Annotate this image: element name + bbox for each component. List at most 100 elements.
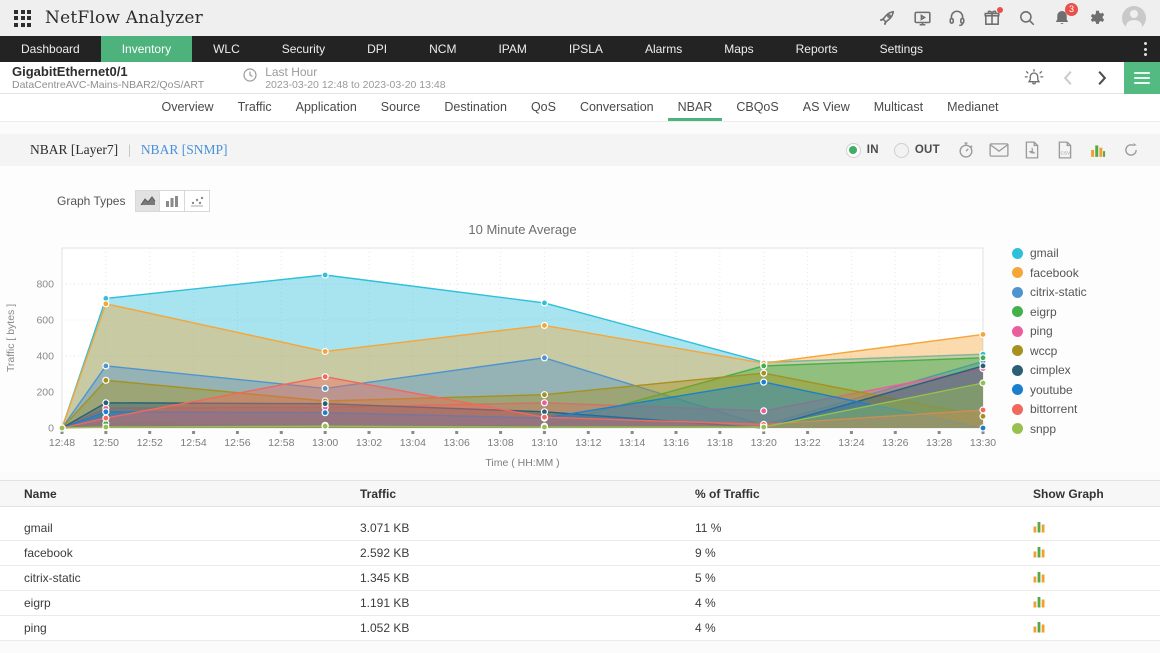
nbar-layer7-tab[interactable]: NBAR [Layer7]	[30, 142, 118, 158]
nav-tab-inventory[interactable]: Inventory	[101, 36, 192, 62]
point-gmail-13:10[interactable]	[541, 300, 547, 306]
point-cimplex-12:50[interactable]	[103, 400, 109, 406]
whats-new-gift-icon[interactable]	[982, 8, 1002, 28]
graph-type-bar-button[interactable]	[160, 190, 185, 212]
nbar-snmp-tab[interactable]: NBAR [SNMP]	[141, 142, 228, 158]
nav-tab-ipsla[interactable]: IPSLA	[548, 36, 624, 62]
nav-tab-ipam[interactable]: IPAM	[477, 36, 547, 62]
apps-grid-icon[interactable]	[14, 10, 31, 27]
nav-tab-dashboard[interactable]: Dashboard	[0, 36, 101, 62]
point-wccp-13:20[interactable]	[761, 370, 767, 376]
export-csv-icon[interactable]: CSV	[1054, 140, 1076, 160]
user-avatar[interactable]	[1122, 6, 1146, 30]
nav-tab-wlc[interactable]: WLC	[192, 36, 261, 62]
point-youtube-13:20[interactable]	[761, 379, 767, 385]
subtab-cbqos[interactable]: CBQoS	[726, 94, 788, 121]
nav-tab-reports[interactable]: Reports	[775, 36, 859, 62]
show-graph-icon[interactable]	[1033, 621, 1046, 636]
legend-item-bittorrent[interactable]: bittorrent	[1012, 402, 1087, 416]
point-bittorrent-12:50[interactable]	[103, 415, 109, 421]
point-citrix-static-13:10[interactable]	[541, 355, 547, 361]
time-period-selector[interactable]: Last Hour 2023-03-20 12:48 to 2023-03-20…	[242, 65, 445, 91]
graph-type-scatter-button[interactable]	[185, 190, 210, 212]
point-eigrp-13:20[interactable]	[761, 363, 767, 369]
email-report-icon[interactable]	[988, 140, 1010, 160]
subtab-multicast[interactable]: Multicast	[864, 94, 933, 121]
point-bittorrent-13:30[interactable]	[980, 407, 986, 413]
subtab-conversation[interactable]: Conversation	[570, 94, 664, 121]
point-wccp-13:30[interactable]	[980, 413, 986, 419]
point-facebook-13:10[interactable]	[541, 322, 547, 328]
point-facebook-12:50[interactable]	[103, 301, 109, 307]
legend-item-facebook[interactable]: facebook	[1012, 266, 1087, 280]
show-graph-icon[interactable]	[1033, 546, 1046, 561]
legend-item-citrix-static[interactable]: citrix-static	[1012, 285, 1087, 299]
show-report-chart-icon[interactable]	[1087, 140, 1109, 160]
refresh-icon[interactable]	[1120, 140, 1142, 160]
show-graph-icon[interactable]	[1033, 521, 1046, 536]
nav-tab-settings[interactable]: Settings	[859, 36, 944, 62]
subtab-destination[interactable]: Destination	[434, 94, 517, 121]
show-graph-icon[interactable]	[1033, 596, 1046, 611]
point-snpp-13:20[interactable]	[761, 424, 767, 430]
point-cimplex-13:00[interactable]	[322, 401, 328, 407]
interface-menu-button[interactable]	[1124, 62, 1160, 94]
out-radio[interactable]	[894, 143, 909, 158]
point-youtube-13:30[interactable]	[980, 425, 986, 431]
nav-tab-dpi[interactable]: DPI	[346, 36, 408, 62]
point-wccp-13:10[interactable]	[541, 392, 547, 398]
support-headset-icon[interactable]	[947, 8, 967, 28]
point-snpp-12:50[interactable]	[103, 424, 109, 430]
nav-tab-ncm[interactable]: NCM	[408, 36, 477, 62]
point-snpp-13:00[interactable]	[322, 423, 328, 429]
subtab-traffic[interactable]: Traffic	[228, 94, 282, 121]
graph-type-area-button[interactable]	[135, 190, 160, 212]
export-pdf-icon[interactable]	[1021, 140, 1043, 160]
point-ping-13:20[interactable]	[761, 408, 767, 414]
point-bittorrent-13:00[interactable]	[322, 374, 328, 380]
traffic-area-chart[interactable]: 020040060080012:4812:5012:5212:5412:5612…	[0, 240, 1000, 468]
point-cimplex-13:30[interactable]	[980, 363, 986, 369]
point-citrix-static-13:00[interactable]	[322, 385, 328, 391]
point-youtube-13:00[interactable]	[322, 410, 328, 416]
legend-item-youtube[interactable]: youtube	[1012, 383, 1087, 397]
legend-item-snpp[interactable]: snpp	[1012, 422, 1087, 436]
subtab-source[interactable]: Source	[371, 94, 431, 121]
point-snpp-13:30[interactable]	[980, 380, 986, 386]
legend-item-ping[interactable]: ping	[1012, 324, 1087, 338]
legend-item-eigrp[interactable]: eigrp	[1012, 305, 1087, 319]
nav-tab-security[interactable]: Security	[261, 36, 346, 62]
schedule-timer-icon[interactable]	[955, 140, 977, 160]
subtab-nbar[interactable]: NBAR	[668, 94, 723, 121]
subtab-as-view[interactable]: AS View	[793, 94, 860, 121]
prev-interface-chevron-icon[interactable]	[1056, 66, 1080, 90]
point-gmail-13:00[interactable]	[322, 272, 328, 278]
search-icon[interactable]	[1017, 8, 1037, 28]
point-ping-13:10[interactable]	[541, 400, 547, 406]
demo-screen-icon[interactable]	[912, 8, 932, 28]
in-radio[interactable]	[846, 143, 861, 158]
legend-item-wccp[interactable]: wccp	[1012, 344, 1087, 358]
subtab-overview[interactable]: Overview	[151, 94, 223, 121]
nav-kebab-menu-icon[interactable]	[1130, 36, 1160, 62]
point-snpp-13:10[interactable]	[541, 424, 547, 430]
point-snpp-12:48[interactable]	[59, 425, 65, 431]
point-wccp-12:50[interactable]	[103, 377, 109, 383]
settings-gear-icon[interactable]	[1087, 8, 1107, 28]
point-eigrp-13:30[interactable]	[980, 355, 986, 361]
next-interface-chevron-icon[interactable]	[1090, 66, 1114, 90]
point-citrix-static-12:50[interactable]	[103, 363, 109, 369]
alarm-bell-icon[interactable]	[1022, 66, 1046, 90]
point-youtube-12:50[interactable]	[103, 409, 109, 415]
nav-tab-maps[interactable]: Maps	[703, 36, 774, 62]
legend-item-gmail[interactable]: gmail	[1012, 246, 1087, 260]
notifications-bell-icon[interactable]: 3	[1052, 8, 1072, 28]
nav-tab-alarms[interactable]: Alarms	[624, 36, 703, 62]
legend-item-cimplex[interactable]: cimplex	[1012, 363, 1087, 377]
point-facebook-13:30[interactable]	[980, 331, 986, 337]
subtab-medianet[interactable]: Medianet	[937, 94, 1008, 121]
subtab-application[interactable]: Application	[286, 94, 367, 121]
point-facebook-13:00[interactable]	[322, 349, 328, 355]
point-bittorrent-13:10[interactable]	[541, 414, 547, 420]
rocket-icon[interactable]	[877, 8, 897, 28]
